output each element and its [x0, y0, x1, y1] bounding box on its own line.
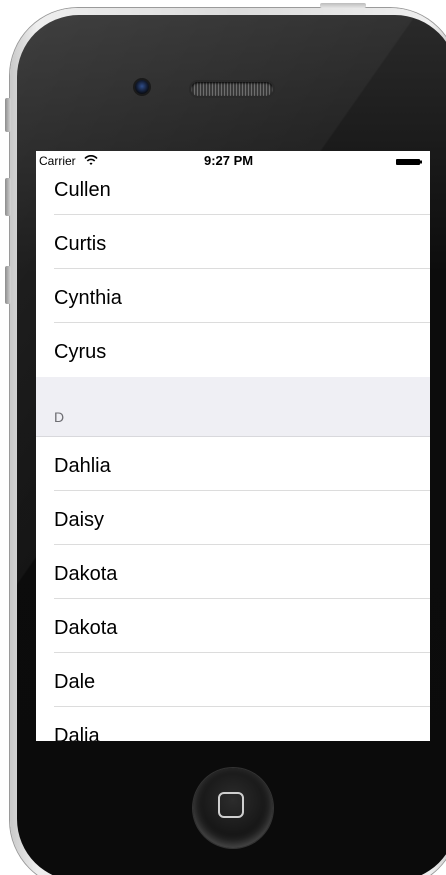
list-item-label: Dakota: [54, 563, 118, 585]
canvas: Carrier 9:27 PM Cullen Curtis Cynthia Cy…: [0, 0, 446, 875]
section-header: D: [36, 377, 430, 437]
earpiece-speaker-icon: [191, 82, 273, 96]
list-item-label: Cullen: [54, 179, 111, 201]
list-item[interactable]: Curtis: [36, 215, 430, 269]
list-item-label: Cyrus: [54, 341, 107, 363]
list-item[interactable]: Dakota: [36, 545, 430, 599]
contacts-list[interactable]: Cullen Curtis Cynthia Cyrus D Dahlia Dai…: [36, 161, 430, 741]
screen: Carrier 9:27 PM Cullen Curtis Cynthia Cy…: [36, 151, 430, 741]
list-item-label: Dahlia: [54, 455, 111, 477]
carrier-label: Carrier: [39, 154, 76, 168]
list-item-label: Daisy: [54, 509, 105, 531]
power-button[interactable]: [320, 3, 366, 8]
volume-down-button[interactable]: [5, 266, 11, 304]
list-item[interactable]: Dale: [36, 653, 430, 707]
home-button-square-icon: [218, 792, 244, 818]
list-item-label: Curtis: [54, 233, 107, 255]
section-header-label: D: [54, 409, 65, 425]
status-time: 9:27 PM: [204, 153, 254, 168]
mute-switch[interactable]: [5, 98, 11, 132]
status-bar: Carrier 9:27 PM: [36, 151, 430, 171]
battery-icon: [396, 159, 422, 165]
list-item-label: Dale: [54, 671, 96, 693]
wifi-icon: [84, 154, 98, 165]
list-item-label: Dakota: [54, 617, 118, 639]
list-item[interactable]: Cynthia: [36, 269, 430, 323]
front-camera-icon: [135, 80, 149, 94]
list-item[interactable]: Dalia: [36, 707, 430, 741]
list-item[interactable]: Dahlia: [36, 437, 430, 491]
volume-up-button[interactable]: [5, 178, 11, 216]
list-item-label: Cynthia: [54, 287, 122, 309]
list-item[interactable]: Dakota: [36, 599, 430, 653]
list-item-label: Dalia: [54, 725, 100, 741]
list-item[interactable]: Daisy: [36, 491, 430, 545]
list-item[interactable]: Cyrus: [36, 323, 430, 377]
